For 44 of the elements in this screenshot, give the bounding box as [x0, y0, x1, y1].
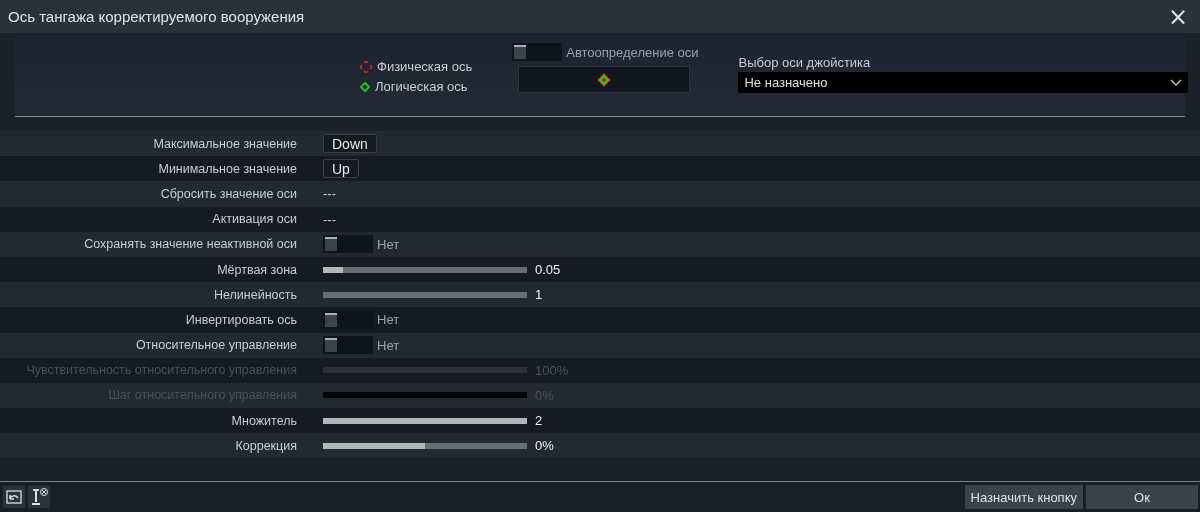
window-title: Ось тангажа корректируемого вооружения — [8, 8, 305, 25]
unassigned-value: --- — [323, 186, 336, 202]
assign-button[interactable]: Назначить кнопку — [964, 485, 1083, 509]
toggle-state: Нет — [377, 312, 400, 328]
close-button[interactable]: × — [1163, 4, 1192, 29]
chevron-icon — [1170, 78, 1183, 87]
slider-track[interactable] — [323, 442, 527, 449]
slider-value: 1 — [534, 287, 544, 303]
unassigned-value: --- — [323, 211, 336, 227]
crosshair-icon — [597, 72, 612, 87]
toggle-state: Нет — [377, 236, 400, 252]
toggle-switch[interactable] — [323, 310, 373, 329]
toggle-switch[interactable] — [323, 235, 373, 254]
slider-track[interactable] — [323, 392, 527, 399]
legend-label: Физическая ось — [377, 59, 473, 74]
ok-button[interactable]: Ок — [1086, 485, 1198, 509]
setting-label: Нелинейность — [213, 286, 297, 303]
key-binding[interactable]: Down — [323, 134, 377, 154]
slider-track[interactable] — [323, 266, 527, 273]
setting-label: Сбросить значение оси — [160, 185, 297, 202]
slider[interactable] — [323, 417, 527, 424]
key-binding[interactable]: Up — [323, 159, 359, 179]
auto-detect-label: Автоопределение оси — [566, 44, 699, 60]
undo-button[interactable] — [3, 486, 25, 508]
toggle-state: Нет — [377, 337, 400, 353]
setting-label: Максимальное значение — [153, 135, 297, 152]
joystick-axis-label: Выбор оси джойстика — [738, 55, 872, 70]
setting-label: Активация оси — [212, 211, 297, 228]
joystick-axis-dropdown[interactable]: Не назначено — [738, 72, 1189, 93]
setting-label: Сохранять значение неактивной оси — [84, 236, 297, 253]
slider-value: 0% — [534, 438, 555, 454]
setting-label: Мёртвая зона — [217, 261, 297, 278]
toggle-switch[interactable] — [323, 336, 373, 355]
setting-label: Множитель — [231, 412, 297, 429]
setting-label: Относительное управление — [135, 337, 297, 354]
slider-value: 2 — [534, 413, 544, 429]
setting-label: Коррекция — [235, 437, 297, 454]
legend-label: Логическая ось — [375, 79, 468, 94]
slider-track[interactable] — [323, 291, 527, 298]
toggle-switch[interactable] — [512, 43, 563, 61]
undo-icon — [6, 490, 22, 504]
setting-label: Инвертировать ось — [185, 311, 297, 328]
setting-label: Минимальное значение — [158, 160, 297, 177]
slider-value: 0.05 — [534, 262, 562, 278]
